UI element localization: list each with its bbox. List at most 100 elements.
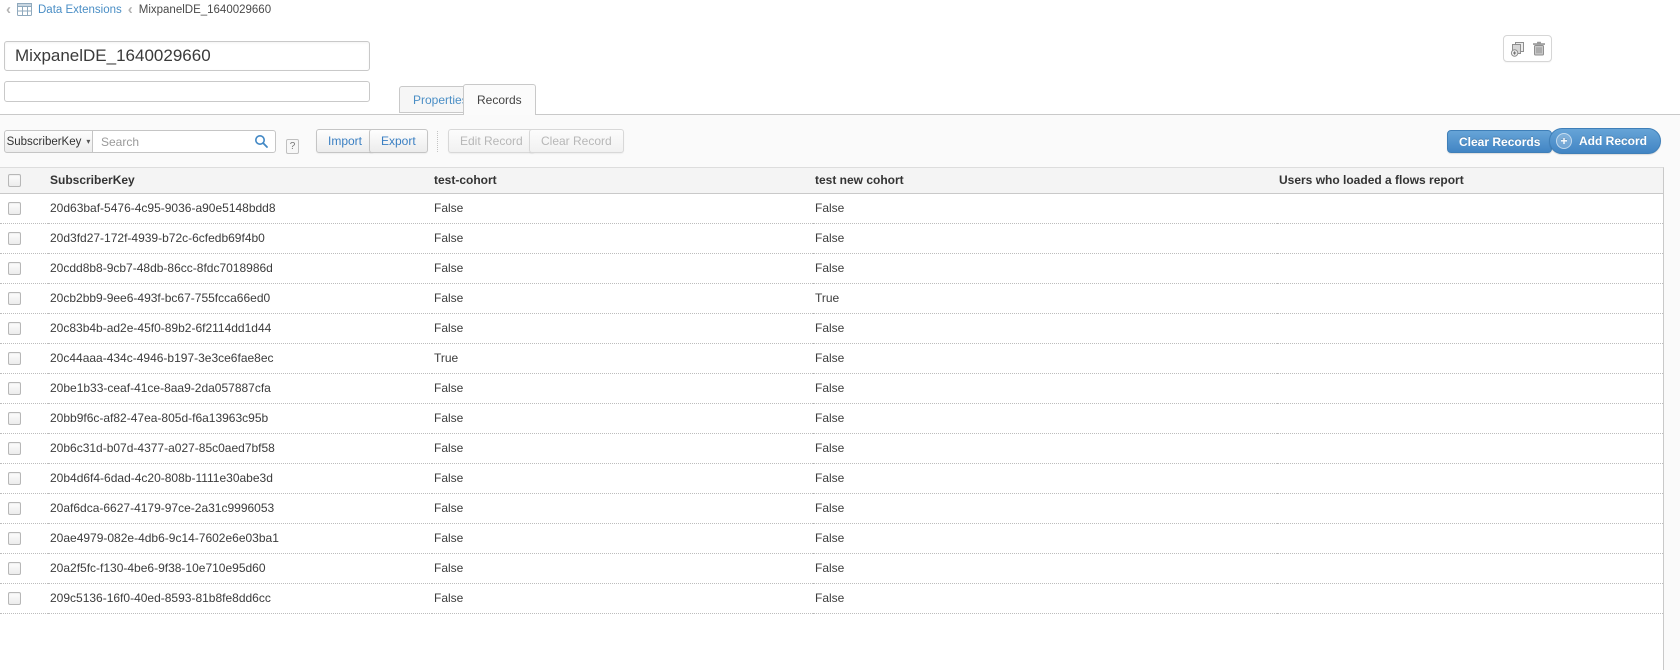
table-row: 20bb9f6c-af82-47ea-805d-f6a13963c95b Fal… bbox=[0, 403, 1663, 433]
extension-description-input[interactable] bbox=[4, 81, 370, 102]
cell-users-flows-report bbox=[1277, 313, 1663, 343]
column-header-users-flows-report[interactable]: Users who loaded a flows report bbox=[1277, 168, 1663, 193]
column-header-subscriberkey[interactable]: SubscriberKey bbox=[48, 168, 432, 193]
cell-test-new-cohort: False bbox=[813, 553, 1277, 583]
cell-subscriber-key: 20d3fd27-172f-4939-b72c-6cfedb69f4b0 bbox=[48, 223, 432, 253]
clear-record-button[interactable]: Clear Record bbox=[529, 129, 624, 153]
cell-test-new-cohort: False bbox=[813, 193, 1277, 223]
row-checkbox[interactable] bbox=[8, 592, 21, 605]
cell-test-new-cohort: False bbox=[813, 253, 1277, 283]
cell-test-cohort: False bbox=[432, 253, 813, 283]
cell-test-cohort: False bbox=[432, 283, 813, 313]
cell-users-flows-report bbox=[1277, 373, 1663, 403]
help-icon[interactable]: ? bbox=[286, 139, 299, 154]
row-checkbox[interactable] bbox=[8, 352, 21, 365]
cell-test-new-cohort: False bbox=[813, 583, 1277, 613]
breadcrumb-separator-icon: ‹ bbox=[128, 3, 133, 17]
cell-users-flows-report bbox=[1277, 193, 1663, 223]
cell-test-new-cohort: False bbox=[813, 433, 1277, 463]
cell-test-cohort: False bbox=[432, 313, 813, 343]
cell-test-cohort: False bbox=[432, 373, 813, 403]
table-row: 20c44aaa-434c-4946-b197-3e3ce6fae8ec Tru… bbox=[0, 343, 1663, 373]
row-checkbox[interactable] bbox=[8, 232, 21, 245]
table-row: 20af6dca-6627-4179-97ce-2a31c9996053 Fal… bbox=[0, 493, 1663, 523]
plus-icon: + bbox=[1556, 133, 1572, 149]
cell-subscriber-key: 20be1b33-ceaf-41ce-8aa9-2da057887cfa bbox=[48, 373, 432, 403]
table-row: 20d3fd27-172f-4939-b72c-6cfedb69f4b0 Fal… bbox=[0, 223, 1663, 253]
table-row: 20cdd8b8-9cb7-48db-86cc-8fdc7018986d Fal… bbox=[0, 253, 1663, 283]
row-checkbox[interactable] bbox=[8, 292, 21, 305]
cell-users-flows-report bbox=[1277, 253, 1663, 283]
cell-test-cohort: False bbox=[432, 403, 813, 433]
back-chevron-icon[interactable]: ‹ bbox=[6, 3, 11, 17]
export-button[interactable]: Export bbox=[369, 129, 428, 153]
cell-test-cohort: False bbox=[432, 463, 813, 493]
row-checkbox[interactable] bbox=[8, 532, 21, 545]
toolbar-divider bbox=[437, 131, 438, 152]
table-header-row: SubscriberKey test-cohort test new cohor… bbox=[0, 168, 1663, 193]
breadcrumb-data-extensions-link[interactable]: Data Extensions bbox=[38, 4, 122, 16]
search-input[interactable] bbox=[92, 130, 276, 153]
data-extension-grid-icon bbox=[17, 3, 32, 19]
trash-icon[interactable] bbox=[1532, 41, 1546, 56]
clear-records-button[interactable]: Clear Records bbox=[1447, 130, 1552, 153]
cell-test-cohort: False bbox=[432, 553, 813, 583]
cell-subscriber-key: 20c83b4b-ad2e-45f0-89b2-6f2114dd1d44 bbox=[48, 313, 432, 343]
row-checkbox[interactable] bbox=[8, 442, 21, 455]
search-field-dropdown-label: SubscriberKey bbox=[7, 136, 82, 148]
cell-users-flows-report bbox=[1277, 583, 1663, 613]
table-row: 20be1b33-ceaf-41ce-8aa9-2da057887cfa Fal… bbox=[0, 373, 1663, 403]
row-checkbox[interactable] bbox=[8, 562, 21, 575]
cell-test-new-cohort: False bbox=[813, 403, 1277, 433]
tab-records[interactable]: Records bbox=[463, 84, 536, 115]
cell-users-flows-report bbox=[1277, 403, 1663, 433]
cell-test-cohort: True bbox=[432, 343, 813, 373]
cell-test-new-cohort: False bbox=[813, 343, 1277, 373]
cell-subscriber-key: 209c5136-16f0-40ed-8593-81b8fe8dd6cc bbox=[48, 583, 432, 613]
table-row: 20cb2bb9-9ee6-493f-bc67-755fcca66ed0 Fal… bbox=[0, 283, 1663, 313]
cell-subscriber-key: 20ae4979-082e-4db6-9c14-7602e6e03ba1 bbox=[48, 523, 432, 553]
row-checkbox[interactable] bbox=[8, 322, 21, 335]
row-checkbox[interactable] bbox=[8, 412, 21, 425]
table-row: 20ae4979-082e-4db6-9c14-7602e6e03ba1 Fal… bbox=[0, 523, 1663, 553]
cell-test-cohort: False bbox=[432, 223, 813, 253]
row-checkbox[interactable] bbox=[8, 262, 21, 275]
cell-users-flows-report bbox=[1277, 433, 1663, 463]
add-record-button[interactable]: + Add Record bbox=[1549, 128, 1661, 154]
row-checkbox[interactable] bbox=[8, 202, 21, 215]
cell-users-flows-report bbox=[1277, 463, 1663, 493]
search-field-dropdown[interactable]: SubscriberKey ▾ bbox=[4, 130, 93, 153]
table-row: 20b6c31d-b07d-4377-a027-85c0aed7bf58 Fal… bbox=[0, 433, 1663, 463]
cell-subscriber-key: 20b4d6f4-6dad-4c20-808b-1111e30abe3d bbox=[48, 463, 432, 493]
cell-test-cohort: False bbox=[432, 493, 813, 523]
cell-test-new-cohort: True bbox=[813, 283, 1277, 313]
cell-test-new-cohort: False bbox=[813, 493, 1277, 523]
table-row: 20b4d6f4-6dad-4c20-808b-1111e30abe3d Fal… bbox=[0, 463, 1663, 493]
table-row: 20d63baf-5476-4c95-9036-a90e5148bdd8 Fal… bbox=[0, 193, 1663, 223]
search-icon[interactable] bbox=[254, 134, 269, 152]
row-checkbox[interactable] bbox=[8, 502, 21, 515]
cell-test-new-cohort: False bbox=[813, 373, 1277, 403]
cell-users-flows-report bbox=[1277, 553, 1663, 583]
row-checkbox[interactable] bbox=[8, 472, 21, 485]
copy-icon[interactable] bbox=[1510, 41, 1526, 57]
table-row: 20c83b4b-ad2e-45f0-89b2-6f2114dd1d44 Fal… bbox=[0, 313, 1663, 343]
select-all-checkbox[interactable] bbox=[8, 174, 21, 187]
column-header-test-new-cohort[interactable]: test new cohort bbox=[813, 168, 1277, 193]
cell-test-new-cohort: False bbox=[813, 463, 1277, 493]
cell-subscriber-key: 20af6dca-6627-4179-97ce-2a31c9996053 bbox=[48, 493, 432, 523]
edit-record-button[interactable]: Edit Record bbox=[448, 129, 535, 153]
cell-test-cohort: False bbox=[432, 523, 813, 553]
cell-users-flows-report bbox=[1277, 283, 1663, 313]
records-table: SubscriberKey test-cohort test new cohor… bbox=[0, 167, 1664, 670]
breadcrumb: ‹ Data Extensions ‹ MixpanelDE_164002966… bbox=[6, 2, 271, 18]
table-row: 20a2f5fc-f130-4be6-9f38-10e710e95d60 Fal… bbox=[0, 553, 1663, 583]
breadcrumb-current-page: MixpanelDE_1640029660 bbox=[139, 4, 271, 16]
cell-subscriber-key: 20c44aaa-434c-4946-b197-3e3ce6fae8ec bbox=[48, 343, 432, 373]
records-table-body: 20d63baf-5476-4c95-9036-a90e5148bdd8 Fal… bbox=[0, 193, 1663, 613]
import-button[interactable]: Import bbox=[316, 129, 374, 153]
cell-users-flows-report bbox=[1277, 523, 1663, 553]
row-checkbox[interactable] bbox=[8, 382, 21, 395]
column-header-test-cohort[interactable]: test-cohort bbox=[432, 168, 813, 193]
extension-name-input[interactable] bbox=[4, 41, 370, 71]
